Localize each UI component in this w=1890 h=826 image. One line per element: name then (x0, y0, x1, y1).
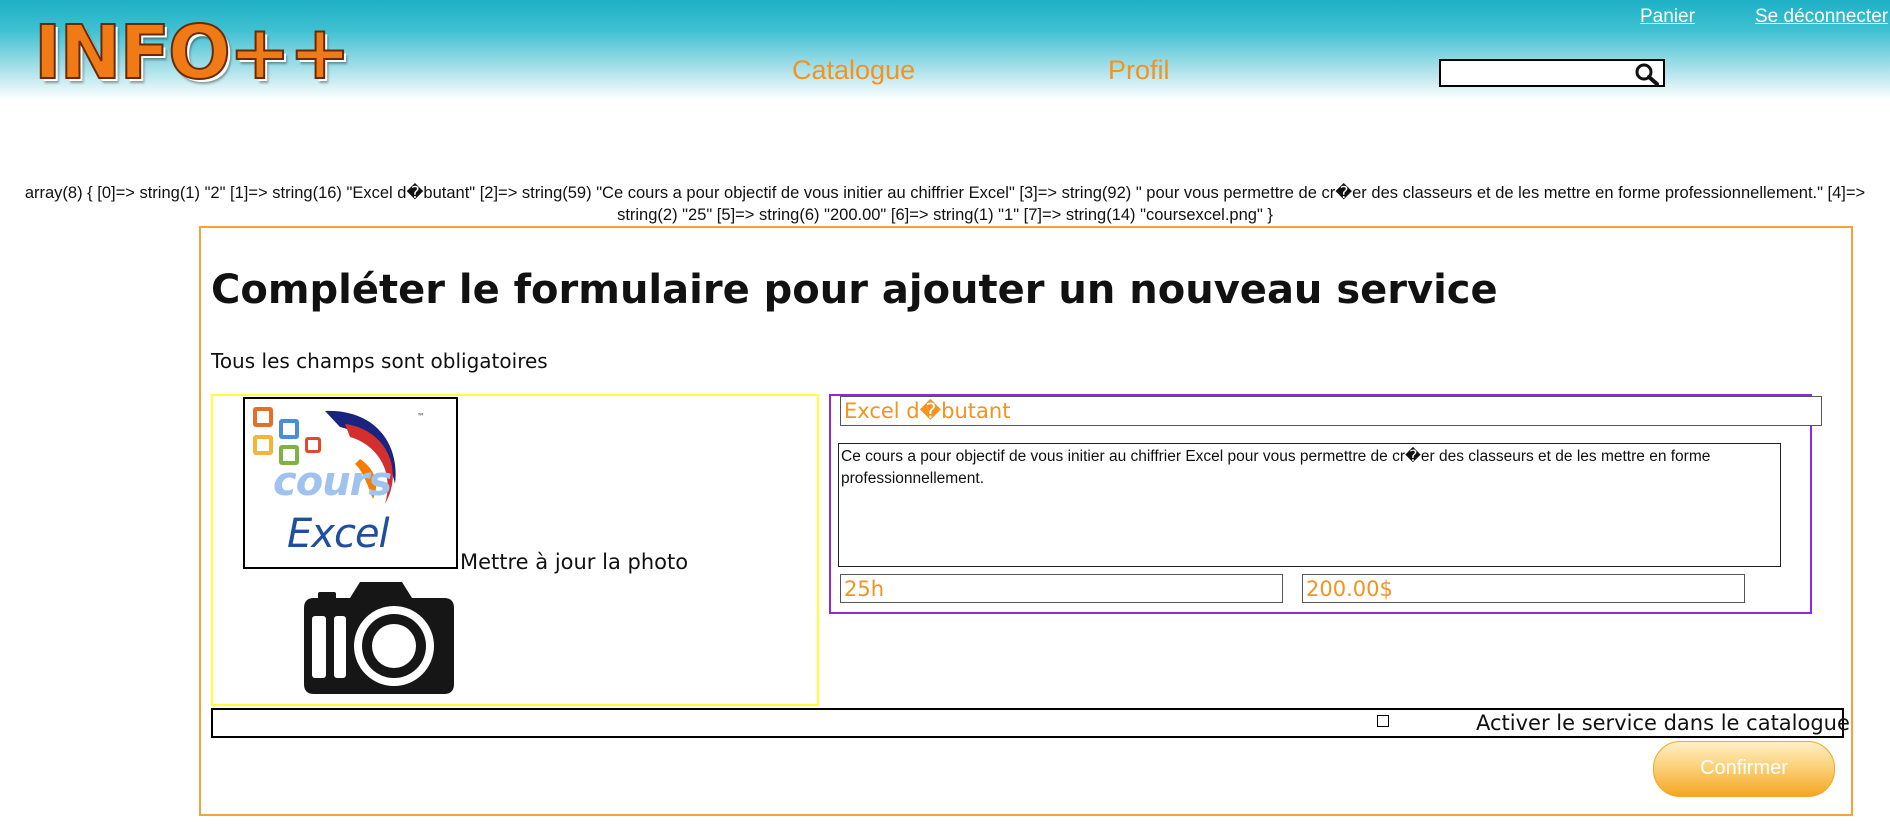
service-name-input[interactable] (840, 396, 1822, 426)
svg-text:™: ™ (417, 412, 425, 421)
confirm-button[interactable]: Confirmer (1653, 741, 1835, 797)
camera-icon[interactable] (302, 576, 456, 696)
search-icon[interactable] (1634, 62, 1660, 86)
cart-link[interactable]: Panier (1640, 6, 1695, 28)
logout-link[interactable]: Se déconnecter (1755, 6, 1888, 28)
service-duration-input[interactable] (840, 574, 1283, 603)
service-description-textarea[interactable]: Ce cours a pour objectif de vous initier… (838, 443, 1781, 567)
update-photo-label[interactable]: Mettre à jour la photo (460, 550, 688, 574)
form-subtitle: Tous les champs sont obligatoires (211, 349, 548, 373)
activate-service-label: Activer le service dans le catalogue (1476, 711, 1850, 735)
course-image: ™ cours Excel (243, 397, 458, 569)
debug-dump-text: array(8) { [0]=> string(1) "2" [1]=> str… (24, 184, 1866, 224)
page-title: Compléter le formulaire pour ajouter un … (211, 267, 1498, 313)
service-price-input[interactable] (1302, 574, 1745, 603)
search-box (1439, 59, 1665, 87)
site-logo[interactable]: INFO++ (33, 15, 352, 91)
course-image-text-top: cours (273, 459, 392, 505)
site-header: INFO++ Panier Se déconnecter Catalogue P… (0, 0, 1890, 100)
nav-profile[interactable]: Profil (1108, 55, 1170, 86)
search-input[interactable] (1443, 63, 1632, 85)
nav-catalogue[interactable]: Catalogue (792, 55, 915, 86)
activate-service-checkbox[interactable] (1377, 715, 1389, 727)
course-image-text-bottom: Excel (287, 511, 390, 557)
